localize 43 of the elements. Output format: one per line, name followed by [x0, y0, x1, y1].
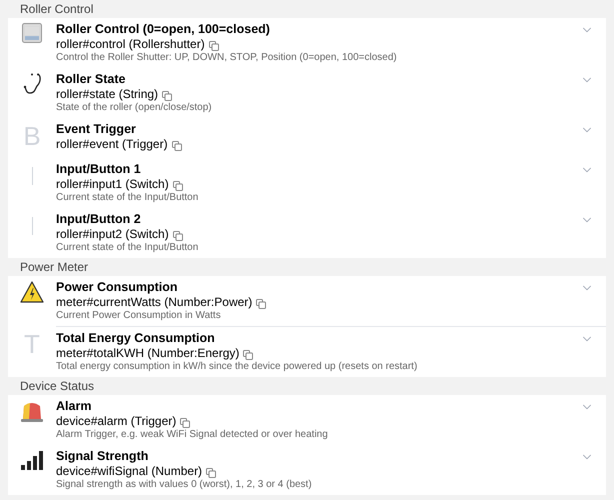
- channel-description: Signal strength as with values 0 (worst), 1, 2, 3 or 4 (best): [56, 479, 313, 491]
- channel-id: roller#state (String): [56, 87, 158, 102]
- stethoscope-icon: [22, 73, 42, 95]
- channel-id: roller#input1 (Switch): [56, 177, 169, 192]
- copy-icon[interactable]: [172, 141, 182, 151]
- warning-icon: [20, 281, 44, 303]
- siren-icon: [20, 400, 44, 424]
- channel-id: roller#input2 (Switch): [56, 227, 169, 242]
- group-header: Roller Control: [19, 1, 94, 18]
- channel-id: meter#currentWatts (Number:Power): [56, 295, 252, 310]
- channel-title: Power Consumption: [56, 280, 179, 295]
- channel-description: Alarm Trigger, e.g. weak WiFi Signal detected or over heating: [56, 429, 329, 441]
- channel-id: device#wifiSignal (Number): [56, 464, 202, 479]
- channel-title: Total Energy Consumption: [56, 331, 216, 346]
- copy-icon[interactable]: [256, 299, 266, 309]
- channel-title: Input/Button 2: [56, 212, 142, 227]
- channel-description: Control the Roller Shutter: UP, DOWN, STOP, Position (0=open, 100=closed): [56, 52, 398, 64]
- channel-description: Current state of the Input/Button: [56, 242, 200, 254]
- channel-id: roller#control (Rollershutter): [56, 37, 205, 52]
- channel-description: Current state of the Input/Button: [56, 192, 200, 204]
- channel-id: meter#totalKWH (Number:Energy): [56, 346, 240, 361]
- copy-icon[interactable]: [206, 468, 216, 478]
- copy-icon[interactable]: [208, 41, 219, 51]
- channel-id: device#alarm (Trigger): [56, 414, 176, 429]
- group-header: Power Meter: [19, 259, 90, 276]
- channel-description: Total energy consumption in kW/h since the device powered up (resets on restart): [56, 361, 418, 373]
- copy-icon[interactable]: [180, 418, 190, 428]
- channel-title: Roller Control (0=open, 100=closed): [56, 22, 271, 37]
- copy-icon[interactable]: [172, 181, 183, 191]
- channel-title: Signal Strength: [56, 449, 150, 464]
- copy-icon[interactable]: [243, 350, 254, 360]
- signal-strength-icon: [21, 450, 43, 470]
- channel-description: Current Power Consumption in Watts: [56, 310, 222, 322]
- copy-icon[interactable]: [162, 91, 172, 101]
- copy-icon[interactable]: [172, 231, 183, 241]
- channel-title: Alarm: [56, 399, 92, 414]
- channel-title: Roller State: [56, 72, 126, 87]
- group-header: Device Status: [19, 378, 96, 395]
- channel-id: roller#event (Trigger): [56, 137, 168, 152]
- window-blinds-icon: [22, 23, 42, 43]
- channel-title: Event Trigger: [56, 122, 137, 137]
- channel-title: Input/Button 1: [56, 162, 142, 177]
- channel-description: State of the roller (open/close/stop): [56, 102, 213, 114]
